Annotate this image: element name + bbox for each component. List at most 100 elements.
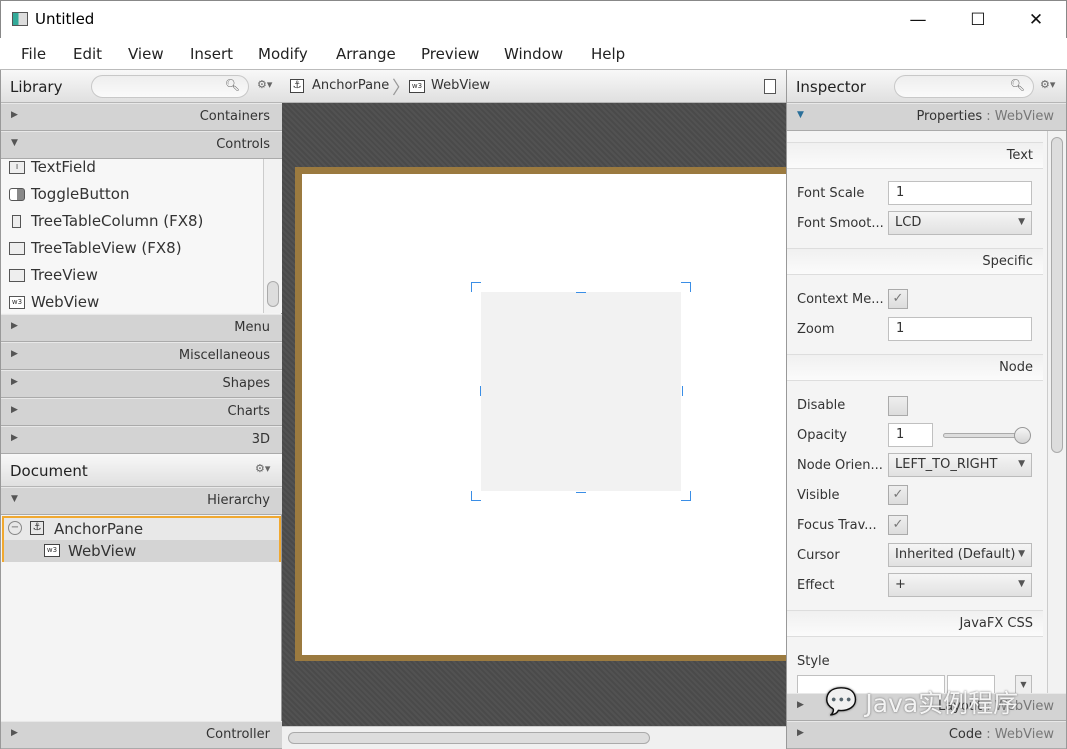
library-gear-icon[interactable]: ⚙▾ <box>257 78 272 91</box>
menu-view[interactable]: View <box>128 45 164 63</box>
breadcrumb-separator-icon: 〉 <box>392 78 410 99</box>
left-panel: Library 🔍︎ ⚙▾ ▶ Containers ▼ Controls I Tex… <box>0 70 282 749</box>
scrollbar-thumb[interactable] <box>288 732 650 744</box>
zoom-input[interactable]: 1 <box>888 317 1032 341</box>
document-header: Document ⚙▾ <box>1 454 282 487</box>
breadcrumb-bar: ⚓ AnchorPane 〉 w3 WebView <box>282 70 786 103</box>
chevron-down-icon: ▼ <box>1018 217 1025 227</box>
expand-arrow-icon: ▶ <box>797 728 804 738</box>
scrollbar-thumb[interactable] <box>267 281 279 307</box>
menu-file[interactable]: File <box>21 45 46 63</box>
menu-insert[interactable]: Insert <box>190 45 233 63</box>
togglebutton-icon <box>9 187 25 201</box>
section-code[interactable]: ▶ Code : WebView <box>787 721 1066 749</box>
inspector-title: Inspector <box>796 78 866 96</box>
document-gear-icon[interactable]: ⚙▾ <box>255 462 270 475</box>
section-miscellaneous[interactable]: ▶ Miscellaneous <box>1 342 282 370</box>
library-scrollbar[interactable] <box>263 159 282 313</box>
webview-icon: w3 <box>409 80 425 93</box>
collapse-arrow-icon: ▼ <box>11 494 18 504</box>
menu-window[interactable]: Window <box>504 45 563 63</box>
font-smoothing-select[interactable]: LCD ▼ <box>888 211 1032 235</box>
focus-traversable-checkbox[interactable]: ✓ <box>888 515 908 535</box>
collapse-toggle-icon[interactable]: − <box>8 521 22 535</box>
section-specific: Specific <box>787 248 1043 275</box>
section-controller[interactable]: ▶ Controller <box>1 721 282 749</box>
document-icon[interactable] <box>764 79 776 94</box>
library-search-input[interactable]: 🔍︎ <box>91 75 249 98</box>
webview-node[interactable] <box>481 292 681 491</box>
section-shapes[interactable]: ▶ Shapes <box>1 370 282 398</box>
scrollbar-thumb[interactable] <box>1051 137 1063 453</box>
list-item-webview[interactable]: w3 WebView <box>9 289 99 313</box>
list-item-treeview[interactable]: TreeView <box>9 262 98 288</box>
breadcrumb-webview[interactable]: WebView <box>431 78 490 93</box>
resize-handle[interactable] <box>471 491 481 501</box>
effect-select[interactable]: + ▼ <box>888 573 1032 597</box>
cursor-label: Cursor <box>797 548 840 563</box>
section-charts[interactable]: ▶ Charts <box>1 398 282 426</box>
search-icon: 🔍︎ <box>1009 78 1025 92</box>
hierarchy-tree: − ⚓ AnchorPane w3 WebView <box>2 516 281 562</box>
resize-handle[interactable] <box>471 386 481 396</box>
title-bar: Untitled — ☐ ✕ <box>0 0 1067 38</box>
opacity-label: Opacity <box>797 428 848 443</box>
inspector-search-input[interactable]: 🔍︎ <box>894 75 1034 98</box>
font-smoothing-label: Font Smoot... <box>797 216 884 231</box>
minimize-button[interactable]: — <box>898 7 938 33</box>
resize-handle[interactable] <box>682 386 692 396</box>
cursor-select[interactable]: Inherited (Default) ▼ <box>888 543 1032 567</box>
resize-handle[interactable] <box>576 492 586 502</box>
tree-item-anchorpane[interactable]: − ⚓ AnchorPane <box>4 518 279 540</box>
inspector-header: Inspector 🔍︎ ⚙▾ <box>787 70 1066 103</box>
expand-arrow-icon: ▶ <box>11 377 18 387</box>
list-item-textfield[interactable]: I TextField <box>9 159 96 180</box>
resize-handle[interactable] <box>471 282 481 292</box>
font-scale-input[interactable]: 1 <box>888 181 1032 205</box>
opacity-slider-thumb[interactable] <box>1014 427 1031 444</box>
context-menu-label: Context Me... <box>797 292 884 307</box>
inspector-scrollbar[interactable] <box>1047 131 1066 693</box>
window-title: Untitled <box>35 10 95 28</box>
document-title: Document <box>10 462 88 480</box>
inspector-gear-icon[interactable]: ⚙▾ <box>1040 78 1055 91</box>
textfield-icon: I <box>9 160 25 174</box>
list-item-treetableview[interactable]: TreeTableView (FX8) <box>9 235 182 261</box>
section-controls[interactable]: ▼ Controls <box>1 131 282 159</box>
list-item-togglebutton[interactable]: ToggleButton <box>9 181 129 207</box>
section-hierarchy[interactable]: ▼ Hierarchy <box>1 487 282 515</box>
expand-arrow-icon: ▶ <box>11 405 18 415</box>
section-containers[interactable]: ▶ Containers <box>1 103 282 131</box>
section-text: Text <box>787 142 1043 169</box>
treetableview-icon <box>9 241 25 255</box>
menu-help[interactable]: Help <box>591 45 625 63</box>
section-3d[interactable]: ▶ 3D <box>1 426 282 454</box>
menu-edit[interactable]: Edit <box>73 45 102 63</box>
menu-preview[interactable]: Preview <box>421 45 479 63</box>
canvas-horizontal-scrollbar[interactable] <box>282 726 786 749</box>
webview-icon: w3 <box>44 544 60 557</box>
breadcrumb-anchorpane[interactable]: AnchorPane <box>312 78 389 93</box>
controls-list: I TextField ToggleButton TreeTableColumn … <box>1 159 263 313</box>
anchorpane-icon: ⚓ <box>30 521 44 535</box>
disable-checkbox[interactable] <box>888 396 908 416</box>
section-properties[interactable]: ▼ Properties : WebView <box>787 103 1066 131</box>
resize-handle[interactable] <box>681 491 691 501</box>
menu-arrange[interactable]: Arrange <box>336 45 396 63</box>
node-orientation-select[interactable]: LEFT_TO_RIGHT ▼ <box>888 453 1032 477</box>
tree-item-webview[interactable]: w3 WebView <box>4 540 279 562</box>
design-canvas[interactable] <box>282 103 786 726</box>
section-menu[interactable]: ▶ Menu <box>1 314 282 342</box>
menu-modify[interactable]: Modify <box>258 45 308 63</box>
maximize-button[interactable]: ☐ <box>958 7 998 33</box>
resize-handle[interactable] <box>576 283 586 293</box>
list-item-treetablecolumn[interactable]: TreeTableColumn (FX8) <box>9 208 203 234</box>
chevron-down-icon: ▼ <box>1018 579 1025 589</box>
close-button[interactable]: ✕ <box>1016 7 1056 33</box>
search-icon: 🔍︎ <box>224 78 240 92</box>
opacity-input[interactable]: 1 <box>888 423 933 447</box>
visible-checkbox[interactable]: ✓ <box>888 485 908 505</box>
node-orientation-label: Node Orien... <box>797 458 883 473</box>
context-menu-checkbox[interactable]: ✓ <box>888 289 908 309</box>
resize-handle[interactable] <box>681 282 691 292</box>
